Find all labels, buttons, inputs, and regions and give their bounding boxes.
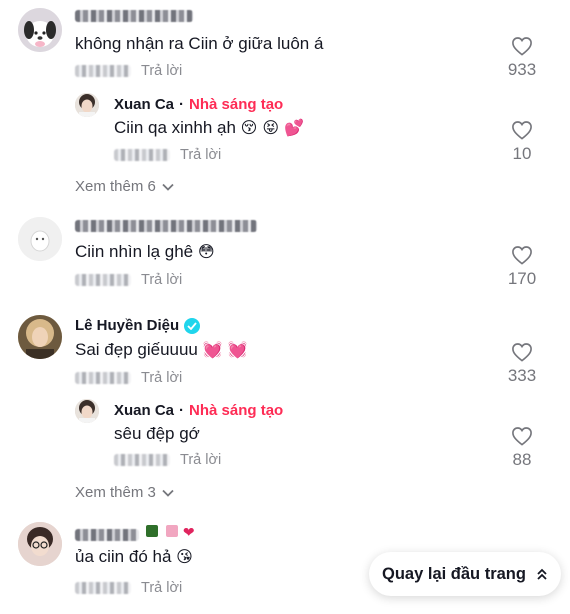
reply-text: Ciin qa xinhh ạh 😚 😝 💕 bbox=[114, 118, 304, 138]
reply-button[interactable]: Trả lời bbox=[180, 452, 221, 468]
blurred-date bbox=[75, 274, 131, 286]
emoji-group: 😘 bbox=[176, 547, 193, 566]
user-avatar-icon bbox=[18, 522, 62, 566]
back-to-top-label[interactable]: Quay lại đầu trang bbox=[382, 565, 526, 584]
heart-icon bbox=[512, 246, 532, 265]
blurred-date bbox=[114, 149, 170, 161]
creator-badge: Nhà sáng tạo bbox=[189, 96, 284, 113]
like-count: 333 bbox=[507, 366, 537, 385]
reply-author[interactable]: Xuan Ca · Nhà sáng tạo bbox=[114, 96, 283, 113]
view-more-label[interactable]: Xem thêm 6 bbox=[75, 178, 156, 195]
like-button[interactable]: 88 bbox=[502, 426, 542, 470]
blurred-date bbox=[75, 372, 131, 384]
avatar[interactable] bbox=[18, 8, 62, 52]
like-count: 88 bbox=[512, 450, 532, 469]
comment-meta: Trả lời bbox=[75, 272, 182, 288]
heart-icon bbox=[512, 121, 532, 140]
chevron-down-icon bbox=[162, 183, 174, 191]
user-avatar-icon bbox=[18, 315, 62, 359]
comment-text: Ciin nhìn lạ ghê 😳 bbox=[75, 242, 215, 262]
blurred-username[interactable] bbox=[75, 529, 139, 541]
emoji-group: 💓 💓 bbox=[202, 340, 248, 359]
view-more-replies[interactable]: Xem thêm 6 bbox=[75, 178, 174, 195]
reply-button[interactable]: Trả lời bbox=[141, 272, 182, 288]
creator-badge: Nhà sáng tạo bbox=[189, 402, 284, 419]
avatar[interactable] bbox=[18, 217, 62, 261]
like-count: 170 bbox=[507, 269, 537, 288]
double-chevron-up-icon bbox=[537, 568, 547, 580]
reply-username[interactable]: Xuan Ca bbox=[114, 402, 174, 419]
like-button[interactable]: 170 bbox=[502, 245, 542, 289]
reply-button[interactable]: Trả lời bbox=[141, 370, 182, 386]
view-more-label[interactable]: Xem thêm 3 bbox=[75, 484, 156, 501]
comment-author[interactable]: Lê Huyền Diệu bbox=[75, 317, 201, 334]
comment-meta: Trả lời bbox=[75, 580, 182, 596]
reply-button[interactable]: Trả lời bbox=[141, 63, 182, 79]
comment-meta: Trả lời bbox=[75, 63, 182, 79]
reply-button[interactable]: Trả lời bbox=[180, 147, 221, 163]
blurred-date bbox=[75, 65, 131, 77]
blurred-date bbox=[114, 454, 170, 466]
verified-icon bbox=[184, 317, 201, 334]
heart-icon bbox=[512, 37, 532, 56]
avatar[interactable] bbox=[18, 315, 62, 359]
view-more-replies[interactable]: Xem thêm 3 bbox=[75, 484, 174, 501]
default-avatar-icon bbox=[18, 217, 62, 261]
separator: · bbox=[179, 96, 185, 113]
reply-meta: Trả lời bbox=[114, 452, 221, 468]
reply-text: sêu đệp gớ bbox=[114, 424, 200, 443]
separator: · bbox=[179, 402, 185, 419]
emoji-group: 😳 bbox=[197, 242, 215, 261]
avatar[interactable] bbox=[18, 522, 62, 566]
like-count: 933 bbox=[507, 60, 537, 79]
name-emojis: ❤ bbox=[146, 525, 195, 541]
creator-avatar-icon bbox=[75, 93, 99, 117]
comment-text-content: Ciin nhìn lạ ghê bbox=[75, 242, 194, 261]
back-to-top-button[interactable]: Quay lại đầu trang bbox=[369, 552, 561, 596]
comment-item: không nhận ra Ciin ở giữa luôn á Trả lời… bbox=[0, 0, 570, 195]
heart-icon bbox=[512, 427, 532, 446]
comment-text: Sai đẹp giếuuuu 💓 💓 bbox=[75, 340, 248, 360]
like-button[interactable]: 333 bbox=[502, 342, 542, 386]
comment-meta: Trả lời bbox=[75, 370, 182, 386]
emoji-group: 😚 😝 💕 bbox=[240, 118, 305, 137]
heart-icon bbox=[512, 343, 532, 362]
username[interactable]: Lê Huyền Diệu bbox=[75, 317, 179, 334]
comment-text: không nhận ra Ciin ở giữa luôn á bbox=[75, 34, 324, 53]
reply-meta: Trả lời bbox=[114, 147, 221, 163]
comment-text-content: Sai đẹp giếuuuu bbox=[75, 340, 198, 359]
avatar[interactable] bbox=[75, 399, 99, 423]
reply-author[interactable]: Xuan Ca · Nhà sáng tạo bbox=[114, 402, 283, 419]
blurred-date bbox=[75, 582, 131, 594]
chevron-down-icon bbox=[162, 489, 174, 497]
like-count: 10 bbox=[512, 144, 532, 163]
dog-avatar-icon bbox=[18, 8, 62, 52]
blurred-username[interactable] bbox=[75, 220, 257, 232]
comment-text: ủa ciin đó hả 😘 bbox=[75, 547, 193, 567]
reply-username[interactable]: Xuan Ca bbox=[114, 96, 174, 113]
blurred-username[interactable] bbox=[75, 10, 193, 22]
like-button[interactable]: 933 bbox=[502, 36, 542, 80]
reply-text-content: Ciin qa xinhh ạh bbox=[114, 118, 236, 137]
reply-button[interactable]: Trả lời bbox=[141, 580, 182, 596]
like-button[interactable]: 10 bbox=[502, 120, 542, 164]
avatar[interactable] bbox=[75, 93, 99, 117]
creator-avatar-icon bbox=[75, 399, 99, 423]
comment-text-content: ủa ciin đó hả bbox=[75, 547, 172, 566]
